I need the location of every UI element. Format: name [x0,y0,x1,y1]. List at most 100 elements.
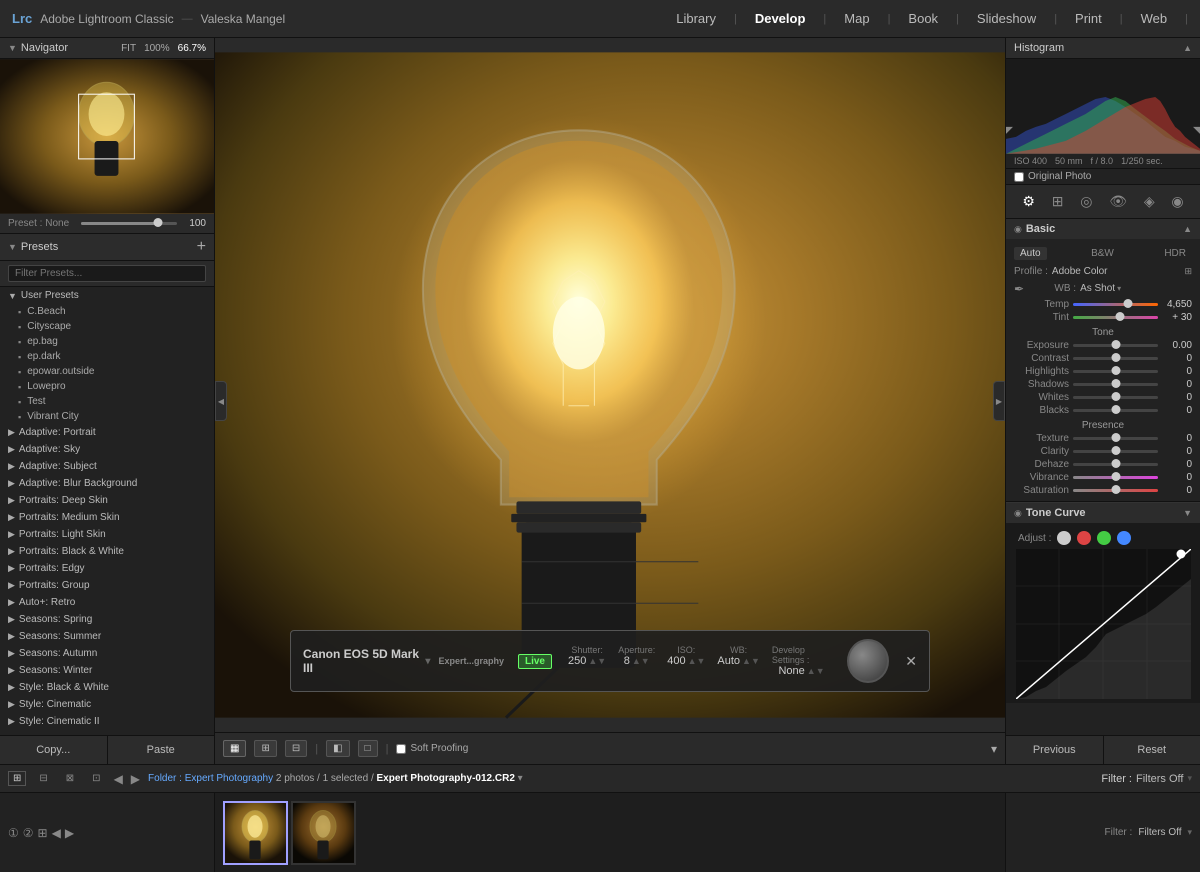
filter-value[interactable]: Filters Off [1136,773,1183,785]
right-panel-collapse[interactable]: ▶ [993,381,1005,421]
filmstrip-filter-dropdown[interactable]: ▾ [1187,827,1192,838]
original-photo-checkbox[interactable] [1014,172,1024,182]
view-expand-button[interactable]: ▾ [991,742,997,756]
tool-redeye-icon[interactable]: 👁 [1105,191,1131,212]
view-survey-button[interactable]: ⊟ [285,740,307,757]
tint-slider-thumb[interactable] [1115,312,1124,321]
preset-item-cityscape[interactable]: ▪ Cityscape [0,319,214,334]
preset-slider[interactable] [81,222,177,225]
preset-group-seasons-summer[interactable]: ▶ Seasons: Summer [0,628,214,645]
nav-slideshow[interactable]: Slideshow [977,11,1036,26]
preset-group-style-cinematic[interactable]: ▶ Style: Cinematic [0,696,214,713]
soft-proofing-toggle[interactable]: Soft Proofing [396,743,468,754]
basic-tab-auto[interactable]: Auto [1014,247,1047,260]
camera-dial[interactable] [847,639,889,683]
preset-group-seasons-autumn[interactable]: ▶ Seasons: Autumn [0,645,214,662]
basic-tab-hdr[interactable]: HDR [1158,247,1192,260]
presets-add-button[interactable]: + [197,238,206,256]
preset-group-user-header[interactable]: ▼ User Presets [0,287,214,304]
tc-green-channel-icon[interactable] [1097,531,1111,545]
contrast-slider-thumb[interactable] [1111,353,1120,362]
preset-item-epowar[interactable]: ▪ epowar.outside [0,364,214,379]
reset-button[interactable]: Reset [1104,736,1200,764]
filmstrip-nav-prev[interactable]: ◀ [52,826,61,840]
shadows-slider-thumb[interactable] [1111,379,1120,388]
whites-slider-thumb[interactable] [1111,392,1120,401]
saturation-slider-thumb[interactable] [1111,485,1120,494]
status-nav-back[interactable]: ◀ [114,772,123,786]
tint-slider[interactable] [1073,316,1158,319]
nav-web[interactable]: Web [1141,11,1168,26]
preset-item-epdark[interactable]: ▪ ep.dark [0,349,214,364]
breadcrumb-dropdown[interactable]: ▾ [518,773,523,784]
camera-close-button[interactable]: ✕ [905,653,917,670]
view-compare-button[interactable]: ⊞ [254,740,276,757]
clarity-slider[interactable] [1073,450,1158,453]
exposure-slider-thumb[interactable] [1111,340,1120,349]
tc-red-channel-icon[interactable] [1077,531,1091,545]
nav-zoom-100[interactable]: 100% [144,43,170,54]
nav-print[interactable]: Print [1075,11,1102,26]
preset-group-seasons-spring[interactable]: ▶ Seasons: Spring [0,611,214,628]
wb-value[interactable]: As Shot ▾ [1080,283,1184,294]
preset-item-vibrant[interactable]: ▪ Vibrant City [0,409,214,424]
tool-radial-icon[interactable]: ◉ [1167,191,1187,212]
basic-tab-bw[interactable]: B&W [1085,247,1120,260]
presets-header[interactable]: ▼ Presets + [0,234,214,261]
breadcrumb-folder-link[interactable]: Folder : Expert Photography [148,773,273,784]
nav-develop[interactable]: Develop [755,11,806,26]
temp-slider-thumb[interactable] [1124,299,1133,308]
preset-group-portraits-bw[interactable]: ▶ Portraits: Black & White [0,543,214,560]
filmstrip-nav-next[interactable]: ▶ [65,826,74,840]
tool-basic-icon[interactable]: ⚙ [1018,191,1039,212]
vibrance-slider[interactable] [1073,476,1158,479]
filmstrip-nav-grid[interactable]: ⊞ [38,826,48,840]
status-panels-view[interactable]: ⊠ [61,771,79,786]
wb-eyedropper-icon[interactable]: ✒ [1014,282,1024,296]
navigator-header[interactable]: ▼ Navigator FIT 100% 66.7% [0,38,214,59]
preset-group-portraits-light[interactable]: ▶ Portraits: Light Skin [0,526,214,543]
contrast-slider[interactable] [1073,357,1158,360]
preset-group-adaptive-subject[interactable]: ▶ Adaptive: Subject [0,458,214,475]
status-grid-view[interactable]: ⊞ [8,771,26,786]
basic-section-header[interactable]: ◉ Basic ▲ [1006,219,1200,239]
filter-dropdown-icon[interactable]: ▾ [1187,773,1192,784]
tc-point-icon[interactable] [1057,531,1071,545]
texture-slider[interactable] [1073,437,1158,440]
tone-curve-header[interactable]: ◉ Tone Curve ▼ [1006,502,1200,523]
presets-search-input[interactable] [8,265,206,282]
preset-item-test[interactable]: ▪ Test [0,394,214,409]
nav-book[interactable]: Book [908,11,938,26]
preset-item-epbag[interactable]: ▪ ep.bag [0,334,214,349]
view-loupe-button[interactable]: □ [358,740,378,757]
clarity-slider-thumb[interactable] [1111,446,1120,455]
preset-group-style-bw[interactable]: ▶ Style: Black & White [0,679,214,696]
preset-group-adaptive-sky[interactable]: ▶ Adaptive: Sky [0,441,214,458]
nav-map[interactable]: Map [844,11,869,26]
tool-crop-icon[interactable]: ⊞ [1048,191,1068,212]
preset-group-portraits-edgy[interactable]: ▶ Portraits: Edgy [0,560,214,577]
shadows-slider[interactable] [1073,383,1158,386]
highlights-slider-thumb[interactable] [1111,366,1120,375]
temp-slider[interactable] [1073,303,1158,306]
blacks-slider[interactable] [1073,409,1158,412]
histogram-header[interactable]: Histogram ▲ [1006,38,1200,59]
highlights-slider[interactable] [1073,370,1158,373]
soft-proofing-checkbox[interactable] [396,744,406,754]
preset-group-style-cinematic2[interactable]: ▶ Style: Cinematic II [0,713,214,730]
tool-heal-icon[interactable]: ◎ [1076,191,1096,212]
dehaze-slider-thumb[interactable] [1111,459,1120,468]
preset-group-adaptive-portrait[interactable]: ▶ Adaptive: Portrait [0,424,214,441]
saturation-slider[interactable] [1073,489,1158,492]
status-filmstrip-view[interactable]: ⊟ [34,771,52,786]
left-panel-expand[interactable]: ◀ [215,381,227,421]
preset-group-portraits-group[interactable]: ▶ Portraits: Group [0,577,214,594]
whites-slider[interactable] [1073,396,1158,399]
profile-grid-icon[interactable]: ⊞ [1184,266,1192,277]
vibrance-slider-thumb[interactable] [1111,472,1120,481]
dehaze-slider[interactable] [1073,463,1158,466]
preset-group-portraits-medium[interactable]: ▶ Portraits: Medium Skin [0,509,214,526]
filmstrip-nav-1[interactable]: ① [8,826,19,840]
exposure-slider[interactable] [1073,344,1158,347]
texture-slider-thumb[interactable] [1111,433,1120,442]
